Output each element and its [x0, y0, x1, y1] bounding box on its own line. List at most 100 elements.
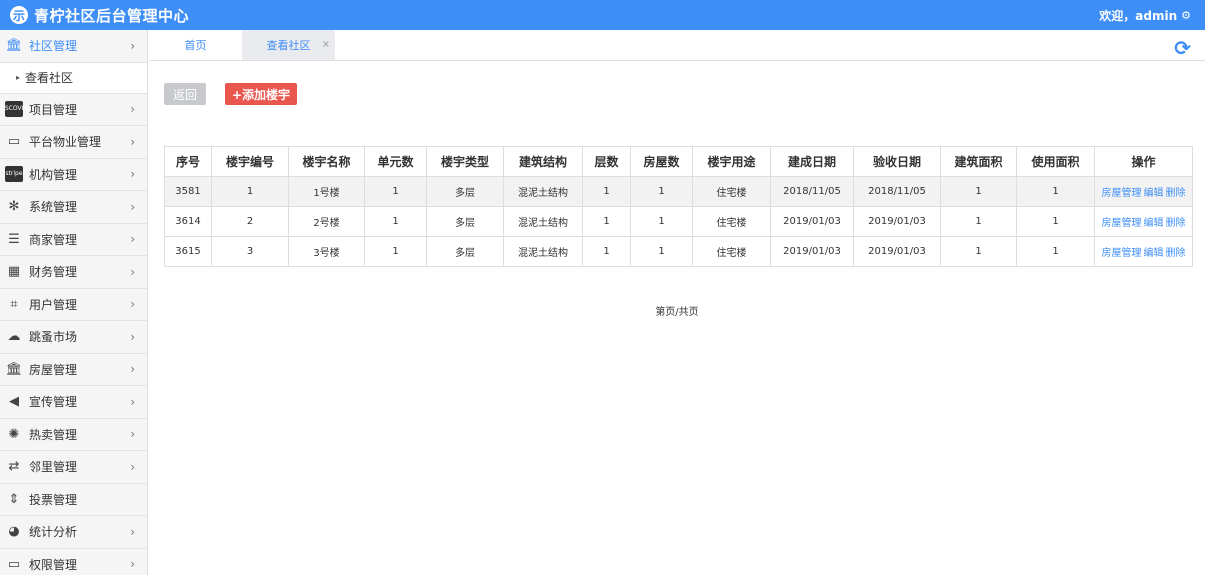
column-header: 单元数: [364, 146, 427, 177]
sidebar-item-label: 邻里管理: [29, 460, 78, 475]
add-building-button[interactable]: +添加楼宇: [225, 83, 297, 105]
top-header: 示 青柠社区后台管理中心 欢迎，admin ⚙: [0, 0, 1205, 30]
sidebar-item-property[interactable]: ▭ 平台物业管理 ›: [0, 126, 147, 159]
bank-icon: 🏛: [5, 361, 23, 377]
table-cell: 2018/11/05: [770, 176, 854, 207]
sidebar-item-label: 用户管理: [29, 297, 78, 312]
table-cell: 多层: [426, 206, 504, 237]
sidebar-item-merchant[interactable]: ☰ 商家管理 ›: [0, 224, 147, 256]
tab-view-community[interactable]: 查看社区 ×: [242, 30, 335, 60]
manage-houses-link[interactable]: 房屋管理: [1102, 188, 1142, 199]
delete-link[interactable]: 删除: [1166, 188, 1186, 199]
chevron-right-icon: ›: [130, 264, 135, 279]
column-header: 建筑结构: [503, 146, 583, 177]
table-cell: 3614: [164, 206, 212, 237]
table-cell: 1: [1016, 236, 1095, 267]
monitor-icon: ▭: [7, 556, 21, 572]
main-content: 返回 +添加楼宇 序号 楼宇编号 楼宇名称 单元数 楼宇类型 建筑结构 层数 房屋数 楼宇用途建…: [149, 62, 1205, 575]
chevron-right-icon: ›: [130, 394, 135, 409]
back-button[interactable]: 返回: [164, 83, 206, 105]
table-cell: 混泥土结构: [503, 176, 583, 207]
sidebar-subitem-view-community[interactable]: ▸ 查看社区: [0, 62, 147, 94]
sidebar-item-label: 社区管理: [29, 39, 78, 54]
caret-right-icon: ▸: [16, 73, 21, 82]
column-header: 楼宇编号: [211, 146, 289, 177]
stripe-icon: stripe: [5, 166, 23, 183]
table-cell: 3号楼: [288, 236, 365, 267]
table-cell: 1: [630, 206, 693, 237]
actions-cell: 房屋管理 编辑 删除: [1094, 176, 1193, 207]
sidebar-item-housing[interactable]: 🏛 房屋管理 ›: [0, 354, 147, 386]
monitor-icon: ▭: [7, 134, 21, 150]
table-cell: 1: [940, 206, 1017, 237]
delete-link[interactable]: 删除: [1166, 248, 1186, 259]
sidebar-item-org[interactable]: stripe 机构管理 ›: [0, 159, 147, 191]
chevron-right-icon: ›: [130, 362, 135, 377]
table-cell: 2019/01/03: [853, 206, 941, 237]
sidebar-item-label: 项目管理: [29, 102, 78, 117]
table-cell: 2019/01/03: [770, 206, 854, 237]
sidebar-item-label: 权限管理: [29, 557, 78, 572]
table-cell: 1: [1016, 206, 1095, 237]
table-cell: 混泥土结构: [503, 206, 583, 237]
table-cell: 2019/01/03: [853, 236, 941, 267]
sidebar-item-hot-sale[interactable]: ✺ 热卖管理 ›: [0, 419, 147, 451]
sidebar-item-label: 统计分析: [29, 525, 78, 540]
manage-houses-link[interactable]: 房屋管理: [1102, 248, 1142, 259]
table-header-row: 序号 楼宇编号 楼宇名称 单元数 楼宇类型 建筑结构 层数 房屋数 楼宇用途 建成日期 验收日期 建筑…: [164, 146, 1193, 177]
user-menu[interactable]: 欢迎，admin ⚙: [1099, 7, 1191, 24]
sidebar-item-system[interactable]: ✻ 系统管理 ›: [0, 191, 147, 224]
table-cell: 住宅楼: [692, 206, 771, 237]
sidebar-item-neighbor[interactable]: ⇄ 邻里管理 ›: [0, 451, 147, 484]
sidebar-item-vote[interactable]: ⇕ 投票管理: [0, 484, 147, 516]
table-row: 3615 3 3号楼 1 多层 混泥土结构 1 1 住宅楼 2019/01/03 2019/01/0…: [164, 236, 1193, 267]
close-icon[interactable]: ×: [322, 39, 330, 50]
chevron-right-icon: ›: [130, 167, 135, 182]
sidebar-item-projects[interactable]: DISCOVER 项目管理 ›: [0, 94, 147, 126]
table-cell: 2019/01/03: [770, 236, 854, 267]
column-header: 操作: [1094, 146, 1193, 177]
chevron-right-icon: ›: [130, 134, 135, 149]
sidebar-item-community[interactable]: 🏛 社区管理 ›: [0, 30, 147, 63]
tab-home[interactable]: 首页: [149, 30, 242, 60]
bars-icon: ☰: [8, 231, 20, 247]
sidebar-item-stats[interactable]: ◕ 统计分析 ›: [0, 516, 147, 549]
sidebar-item-finance[interactable]: ▦ 财务管理 ›: [0, 256, 147, 289]
brand: 示 青柠社区后台管理中心: [10, 5, 189, 26]
column-header: 序号: [164, 146, 212, 177]
sidebar-item-permission[interactable]: ▭ 权限管理 ›: [0, 549, 147, 575]
manage-houses-link[interactable]: 房屋管理: [1102, 218, 1142, 229]
table-cell: 1: [364, 206, 427, 237]
table-cell: 3581: [164, 176, 212, 207]
table-cell: 多层: [426, 236, 504, 267]
column-header: 楼宇类型: [426, 146, 504, 177]
chevron-right-icon: ›: [130, 329, 135, 344]
app-title: 青柠社区后台管理中心: [34, 6, 190, 25]
edit-link[interactable]: 编辑: [1144, 188, 1164, 199]
table-cell: 2018/11/05: [853, 176, 941, 207]
gear-icon[interactable]: ⚙: [1181, 9, 1191, 22]
tab-label: 查看社区: [266, 39, 311, 52]
sidebar-item-label: 跳蚤市场: [29, 330, 78, 345]
table-cell: 1: [582, 236, 631, 267]
edit-link[interactable]: 编辑: [1144, 218, 1164, 229]
sidebar-item-users[interactable]: ⌗ 用户管理 ›: [0, 289, 147, 321]
sidebar-item-label: 房屋管理: [29, 362, 78, 377]
sidebar-item-label: 财务管理: [29, 265, 78, 280]
bank-icon: 🏛: [5, 38, 23, 54]
pagination: 第页/共页: [655, 307, 699, 318]
table-cell: 1: [211, 176, 289, 207]
yelp-icon: ✻: [8, 199, 20, 215]
refresh-icon[interactable]: ⟳: [1174, 36, 1191, 60]
edit-link[interactable]: 编辑: [1144, 248, 1164, 259]
sidebar-item-promotion[interactable]: ◀ 宣传管理 ›: [0, 386, 147, 419]
column-header: 使用面积: [1016, 146, 1095, 177]
column-header: 层数: [582, 146, 631, 177]
delete-link[interactable]: 删除: [1166, 218, 1186, 229]
sidebar-subitem-label: 查看社区: [25, 71, 74, 85]
table-cell: 住宅楼: [692, 176, 771, 207]
crop-icon: ⌗: [10, 296, 18, 312]
sidebar-item-flea-market[interactable]: ☁ 跳蚤市场 ›: [0, 321, 147, 354]
welcome-text: 欢迎，admin: [1099, 8, 1178, 23]
chevron-right-icon: ›: [130, 459, 135, 474]
